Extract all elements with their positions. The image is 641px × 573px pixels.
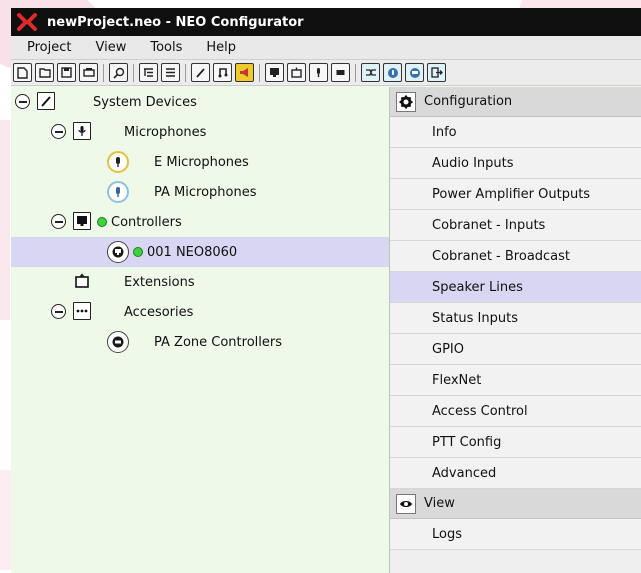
tree-label: 001 NEO8060	[147, 244, 238, 260]
open-folder-button[interactable]	[35, 63, 54, 82]
configuration-header[interactable]: Configuration	[390, 87, 641, 117]
view-item-logs[interactable]: Logs	[390, 519, 641, 550]
tree-label: Extensions	[124, 274, 195, 290]
network-button[interactable]	[361, 63, 380, 82]
menu-view[interactable]: View	[83, 40, 138, 55]
view-title: View	[424, 496, 455, 511]
toolbar-separator	[185, 63, 186, 82]
wand-tool-button[interactable]	[191, 63, 210, 82]
tree-label: PA Microphones	[154, 184, 257, 200]
collapse-icon[interactable]	[51, 214, 66, 229]
toolbar-separator	[133, 63, 134, 82]
menu-tools[interactable]: Tools	[138, 40, 194, 55]
more-icon	[73, 302, 91, 320]
eye-icon	[396, 493, 416, 514]
exit-button[interactable]	[427, 63, 446, 82]
tree-item-microphones[interactable]: Microphones	[11, 117, 389, 147]
tree-label: PA Zone Controllers	[154, 334, 282, 350]
tree-item-system-devices[interactable]: System Devices	[11, 87, 389, 117]
save-button[interactable]	[57, 63, 76, 82]
collapse-icon[interactable]	[51, 304, 66, 319]
config-item-cobranet-broadcast[interactable]: Cobranet - Broadcast	[390, 241, 641, 272]
app-window: newProject.neo - NEO Configurator Projec…	[11, 8, 641, 573]
main-content: System Devices Microphones E Microphones	[11, 87, 641, 573]
status-online-icon	[97, 217, 107, 227]
pa-microphone-icon	[107, 181, 129, 203]
list-view-button[interactable]	[161, 63, 180, 82]
config-item-speaker-lines[interactable]: Speaker Lines	[390, 272, 641, 303]
tree-label: Accesories	[124, 304, 194, 320]
wand-icon	[37, 92, 55, 110]
search-button[interactable]	[109, 63, 128, 82]
collapse-icon[interactable]	[51, 124, 66, 139]
config-item-info[interactable]: Info	[390, 117, 641, 148]
config-item-advanced[interactable]: Advanced	[390, 458, 641, 489]
tree-item-pa-zone-controllers[interactable]: PA Zone Controllers	[11, 327, 389, 357]
configuration-panel: Configuration Info Audio Inputs Power Am…	[390, 87, 641, 573]
microphone-icon	[73, 122, 91, 140]
menu-help[interactable]: Help	[194, 40, 248, 55]
toolbar-separator	[355, 63, 356, 82]
new-file-button[interactable]	[13, 63, 32, 82]
config-item-audio-inputs[interactable]: Audio Inputs	[390, 148, 641, 179]
toolbar-separator	[259, 63, 260, 82]
zone-controller-icon	[107, 331, 129, 353]
microphone-button[interactable]	[309, 63, 328, 82]
tree-item-pa-microphones[interactable]: PA Microphones	[11, 177, 389, 207]
config-item-access-control[interactable]: Access Control	[390, 396, 641, 427]
config-item-ptt-config[interactable]: PTT Config	[390, 427, 641, 458]
window-title: newProject.neo - NEO Configurator	[47, 14, 304, 30]
device-tree[interactable]: System Devices Microphones E Microphones	[11, 87, 390, 573]
tree-label: E Microphones	[154, 154, 249, 170]
controller-device-icon	[107, 241, 129, 263]
controller-button[interactable]	[265, 63, 284, 82]
tree-label: Controllers	[111, 214, 182, 230]
tree-label: Microphones	[124, 124, 207, 140]
tree-item-extensions[interactable]: Extensions	[11, 267, 389, 297]
tree-item-controller-001[interactable]: 001 NEO8060	[11, 237, 389, 267]
toolbar-separator	[103, 63, 104, 82]
config-item-flexnet[interactable]: FlexNet	[390, 365, 641, 396]
tree-label-wrap: Controllers	[97, 215, 182, 230]
mic-circle-button[interactable]	[383, 63, 402, 82]
view-header[interactable]: View	[390, 489, 641, 519]
title-bar: newProject.neo - NEO Configurator	[11, 8, 641, 36]
collapse-icon[interactable]	[15, 94, 30, 109]
tree-view-button[interactable]	[139, 63, 158, 82]
extension-icon	[73, 272, 91, 290]
controller-icon	[73, 212, 91, 230]
menu-project[interactable]: Project	[11, 40, 83, 55]
config-item-status-inputs[interactable]: Status Inputs	[390, 303, 641, 334]
extension-button[interactable]	[287, 63, 306, 82]
zone-controller-button[interactable]	[331, 63, 350, 82]
gear-icon	[396, 91, 416, 112]
app-logo-icon	[17, 13, 37, 31]
config-item-gpio[interactable]: GPIO	[390, 334, 641, 365]
tree-item-controllers[interactable]: Controllers	[11, 207, 389, 237]
horn-button[interactable]	[235, 63, 254, 82]
tree-item-e-microphones[interactable]: E Microphones	[11, 147, 389, 177]
config-item-power-amplifier-outputs[interactable]: Power Amplifier Outputs	[390, 179, 641, 210]
toolbar	[11, 60, 641, 86]
tree-item-accessories[interactable]: Accesories	[11, 297, 389, 327]
tree-label-wrap: 001 NEO8060	[133, 245, 237, 260]
config-item-cobranet-inputs[interactable]: Cobranet - Inputs	[390, 210, 641, 241]
configuration-title: Configuration	[424, 94, 513, 109]
menu-bar: Project View Tools Help	[11, 36, 641, 60]
chat-button[interactable]	[405, 63, 424, 82]
e-microphone-icon	[107, 151, 129, 173]
music-note-button[interactable]	[213, 63, 232, 82]
tree-label: System Devices	[93, 94, 197, 110]
print-button[interactable]	[79, 63, 98, 82]
status-online-icon	[133, 247, 143, 257]
